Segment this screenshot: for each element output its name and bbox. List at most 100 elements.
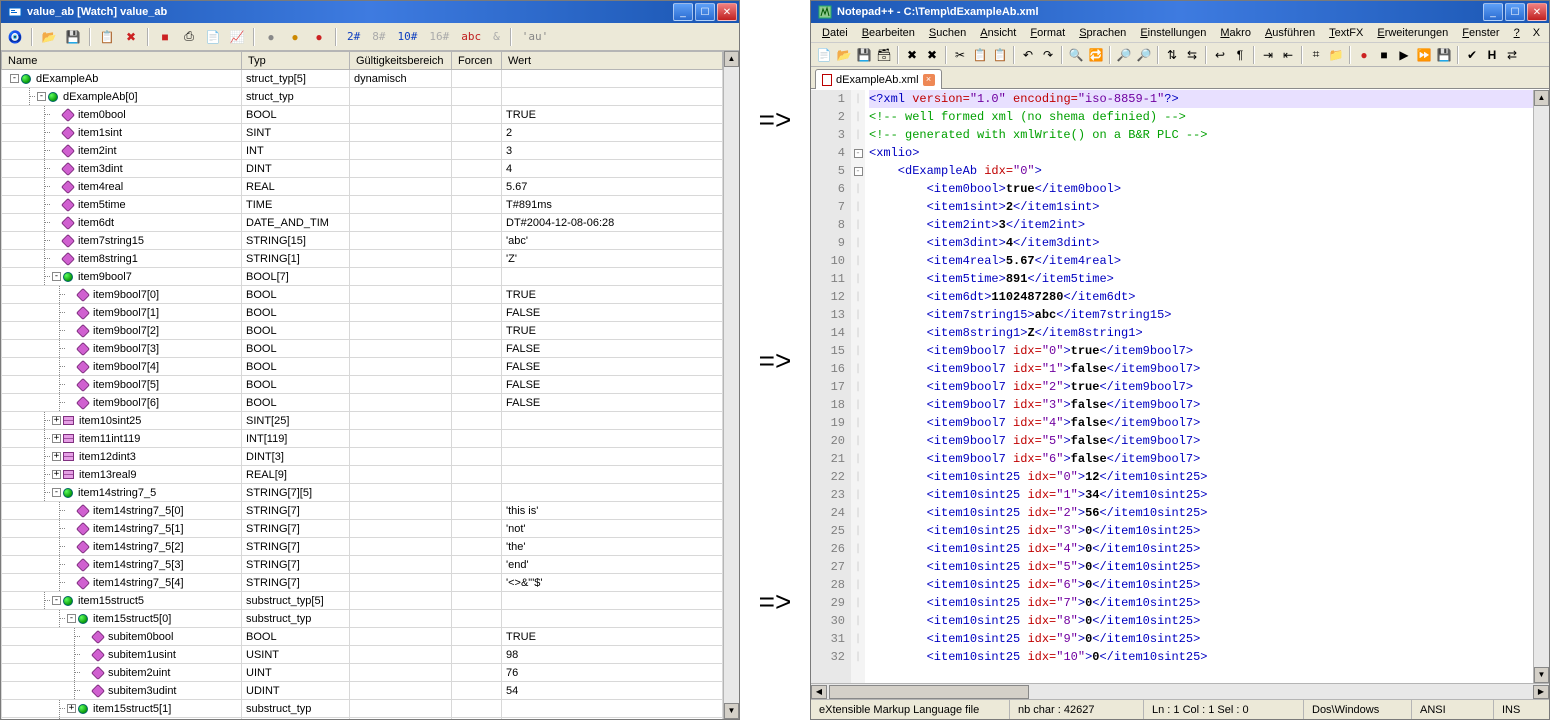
variable-value[interactable]: FALSE: [502, 358, 723, 376]
code-line[interactable]: <item9bool7 idx="5">false</item9bool7>: [869, 432, 1533, 450]
fold-cell[interactable]: |: [851, 216, 865, 234]
code-line[interactable]: <item2int>3</item2int>: [869, 216, 1533, 234]
variable-force[interactable]: [452, 664, 502, 682]
code-line[interactable]: <item10sint25 idx="2">56</item10sint25>: [869, 504, 1533, 522]
code-line[interactable]: <item9bool7 idx="4">false</item9bool7>: [869, 414, 1533, 432]
variable-force[interactable]: [452, 88, 502, 106]
variable-force[interactable]: [452, 556, 502, 574]
collapse-icon[interactable]: -: [67, 614, 76, 623]
fold-cell[interactable]: |: [851, 270, 865, 288]
code-line[interactable]: <item9bool7 idx="3">false</item9bool7>: [869, 396, 1533, 414]
variable-force[interactable]: [452, 574, 502, 592]
code-line[interactable]: <item9bool7 idx="0">true</item9bool7>: [869, 342, 1533, 360]
variable-value[interactable]: 4: [502, 160, 723, 178]
variable-force[interactable]: [452, 448, 502, 466]
code-line[interactable]: <item6dt>1102487280</item6dt>: [869, 288, 1533, 306]
menu-bearbeiten[interactable]: Bearbeiten: [855, 25, 922, 41]
variable-force[interactable]: [452, 358, 502, 376]
variable-force[interactable]: [452, 232, 502, 250]
tool-delete-icon[interactable]: ✖: [121, 27, 141, 47]
variable-value[interactable]: 5.67: [502, 178, 723, 196]
variable-value[interactable]: FALSE: [502, 376, 723, 394]
variable-value[interactable]: [502, 448, 723, 466]
variable-value[interactable]: TRUE: [502, 106, 723, 124]
collapse-icon[interactable]: -: [52, 488, 61, 497]
tool-macro-start-icon[interactable]: ●: [1355, 46, 1373, 64]
variable-value[interactable]: FALSE: [502, 394, 723, 412]
table-row[interactable]: item2intINT3: [2, 142, 723, 160]
collapse-icon[interactable]: -: [37, 92, 46, 101]
fold-cell[interactable]: |: [851, 108, 865, 126]
variable-value[interactable]: 3: [502, 142, 723, 160]
tool-closeall-icon[interactable]: ✖: [923, 46, 941, 64]
tool-macro-play-icon[interactable]: ▶: [1395, 46, 1413, 64]
tool-hex-icon[interactable]: H: [1483, 46, 1501, 64]
expand-icon[interactable]: +: [52, 452, 61, 461]
code-line[interactable]: <item9bool7 idx="6">false</item9bool7>: [869, 450, 1533, 468]
scroll-up-icon[interactable]: ▲: [724, 51, 739, 67]
variable-force[interactable]: [452, 682, 502, 700]
tool-base2[interactable]: 2#: [343, 27, 364, 47]
variable-force[interactable]: [452, 268, 502, 286]
variable-force[interactable]: [452, 250, 502, 268]
variable-value[interactable]: TRUE: [502, 628, 723, 646]
table-row[interactable]: item6dtDATE_AND_TIMDT#2004-12-08-06:28: [2, 214, 723, 232]
variable-force[interactable]: [452, 376, 502, 394]
col-scope[interactable]: Gültigkeitsbereich: [350, 52, 452, 70]
fold-cell[interactable]: |: [851, 288, 865, 306]
variable-force[interactable]: [452, 700, 502, 718]
tool-snapshot-icon[interactable]: ⎙: [179, 27, 199, 47]
code-line[interactable]: <!-- generated with xmlWrite() on a B&R …: [869, 126, 1533, 144]
tab-file[interactable]: dExampleAb.xml ×: [815, 69, 942, 89]
fold-cell[interactable]: |: [851, 126, 865, 144]
fold-cell[interactable]: |: [851, 90, 865, 108]
variable-force[interactable]: [452, 124, 502, 142]
variable-force[interactable]: [452, 394, 502, 412]
code-line[interactable]: <item10sint25 idx="1">34</item10sint25>: [869, 486, 1533, 504]
variable-force[interactable]: [452, 718, 502, 720]
fold-collapse-icon[interactable]: -: [854, 167, 863, 176]
table-row[interactable]: item9bool7[6]BOOLFALSE: [2, 394, 723, 412]
fold-cell[interactable]: |: [851, 468, 865, 486]
npp-horizontal-scrollbar[interactable]: ◀ ▶: [811, 683, 1549, 699]
fold-cell[interactable]: |: [851, 378, 865, 396]
table-row[interactable]: item14string7_5[0]STRING[7]'this is': [2, 502, 723, 520]
variable-value[interactable]: 98: [502, 646, 723, 664]
variable-value[interactable]: [502, 88, 723, 106]
col-name[interactable]: Name: [2, 52, 242, 70]
tool-force-warn-icon[interactable]: ●: [285, 27, 305, 47]
fold-gutter[interactable]: |||--|||||||||||||||||||||||||||: [851, 90, 865, 683]
code-line[interactable]: <item10sint25 idx="3">0</item10sint25>: [869, 522, 1533, 540]
menu-ausführen[interactable]: Ausführen: [1258, 25, 1322, 41]
tool-redo-icon[interactable]: ↷: [1039, 46, 1057, 64]
variable-force[interactable]: [452, 322, 502, 340]
code-line[interactable]: <?xml version="1.0" encoding="iso-8859-1…: [869, 90, 1533, 108]
code-line[interactable]: <item1sint>2</item1sint>: [869, 198, 1533, 216]
fold-cell[interactable]: |: [851, 252, 865, 270]
col-type[interactable]: Typ: [242, 52, 350, 70]
variable-force[interactable]: [452, 610, 502, 628]
fold-cell[interactable]: -: [851, 162, 865, 180]
code-line[interactable]: <dExampleAb idx="0">: [869, 162, 1533, 180]
collapse-icon[interactable]: -: [10, 74, 19, 83]
variable-force[interactable]: [452, 214, 502, 232]
table-row[interactable]: item14string7_5[4]STRING[7]'<>&"'$': [2, 574, 723, 592]
tool-paste-icon[interactable]: 📋: [991, 46, 1009, 64]
table-row[interactable]: item5timeTIMET#891ms: [2, 196, 723, 214]
table-row[interactable]: item14string7_5[3]STRING[7]'end': [2, 556, 723, 574]
variable-force[interactable]: [452, 628, 502, 646]
tool-timeplot-icon[interactable]: 📈: [227, 27, 247, 47]
tool-undo-icon[interactable]: ↶: [1019, 46, 1037, 64]
watch-minimize-button[interactable]: _: [673, 3, 693, 21]
table-row[interactable]: -item15struct5[0]substruct_typ: [2, 610, 723, 628]
variable-value[interactable]: [502, 592, 723, 610]
variable-value[interactable]: 'not': [502, 520, 723, 538]
variable-force[interactable]: [452, 70, 502, 88]
table-row[interactable]: item7string15STRING[15]'abc': [2, 232, 723, 250]
code-line[interactable]: <item10sint25 idx="5">0</item10sint25>: [869, 558, 1533, 576]
code-line[interactable]: <item10sint25 idx="10">0</item10sint25>: [869, 648, 1533, 666]
table-row[interactable]: item4realREAL5.67: [2, 178, 723, 196]
tool-macro-repeat-icon[interactable]: ⏩: [1415, 46, 1433, 64]
code-line[interactable]: <item5time>891</item5time>: [869, 270, 1533, 288]
fold-cell[interactable]: |: [851, 648, 865, 666]
